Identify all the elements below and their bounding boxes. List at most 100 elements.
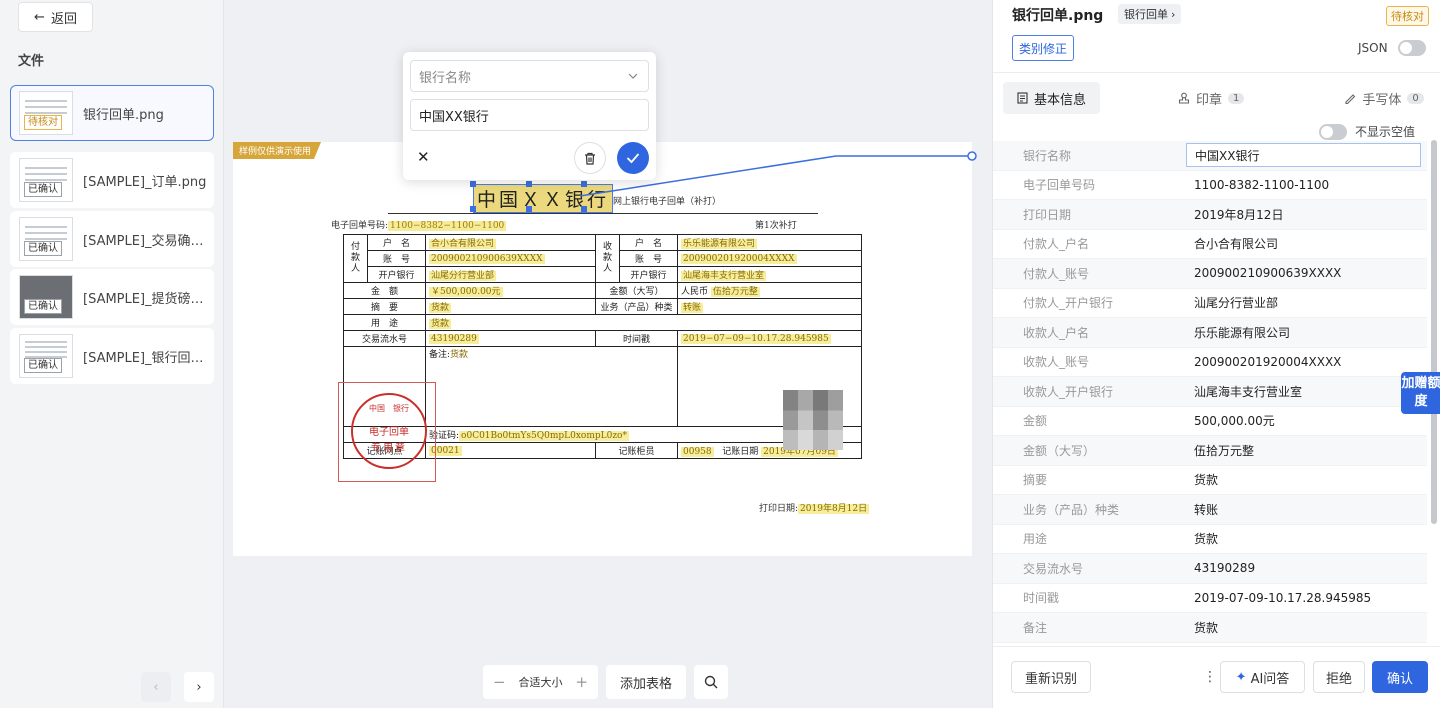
resize-handle[interactable] bbox=[470, 206, 476, 212]
pen-icon bbox=[1345, 94, 1356, 104]
file-name: [SAMPLE]_提货磅单... bbox=[83, 291, 207, 307]
search-button[interactable] bbox=[694, 665, 729, 699]
field-edit-popover: 银行名称 中国XX银行 ✕ bbox=[403, 52, 656, 180]
category-fix-button[interactable]: 类别修正 bbox=[1012, 35, 1075, 61]
field-row[interactable]: 付款人_户名 合小合有限公司 bbox=[993, 230, 1427, 259]
file-item[interactable]: 已确认 [SAMPLE]_提货磅单... bbox=[10, 269, 214, 325]
print-date: 打印日期: 2019年8月12日 bbox=[759, 504, 870, 514]
close-icon[interactable]: ✕ bbox=[417, 148, 430, 166]
resize-handle[interactable] bbox=[581, 206, 587, 212]
field-row[interactable]: 收款人_户名 乐乐能源有限公司 bbox=[993, 318, 1427, 348]
field-name-select[interactable]: 银行名称 bbox=[410, 60, 649, 92]
extraction-panel: 银行回单.png 银行回单 › 待核对 类别修正 JSON 基本信息 印章 1 手… bbox=[992, 0, 1440, 708]
document-icon bbox=[1017, 92, 1028, 104]
bank-name-highlight[interactable]: 中国ＸＸ银行 bbox=[473, 184, 614, 213]
field-row[interactable]: 时间戳 2019-07-09-10.17.28.945985 bbox=[993, 584, 1427, 613]
field-row[interactable]: 付款人_账号 200900210900639XXXX bbox=[993, 259, 1427, 289]
doc-type-tag[interactable]: 银行回单 › bbox=[1118, 4, 1182, 24]
trash-icon bbox=[585, 152, 595, 165]
file-sidebar: ← 返回 文件 待核对 银行回单.png 已确认 [SAMPLE]_订单.png… bbox=[0, 0, 224, 708]
file-thumbnail: 待核对 bbox=[19, 91, 73, 135]
pixelated-qr-code bbox=[783, 390, 843, 450]
seal-stamp: 中国 银行 电子回单 专用章 bbox=[351, 393, 427, 469]
seal-count-badge: 1 bbox=[1228, 92, 1245, 104]
field-row[interactable]: 电子回单号码 1100-8382-1100-1100 bbox=[993, 171, 1427, 200]
field-row[interactable]: 付款人_开户银行 汕尾分行营业部 bbox=[993, 289, 1427, 318]
handwriting-count-badge: 0 bbox=[1407, 92, 1424, 104]
bonus-quota-button[interactable]: 加赠额度 bbox=[1401, 372, 1440, 414]
json-toggle[interactable] bbox=[1398, 40, 1426, 56]
back-button[interactable]: ← 返回 bbox=[18, 2, 93, 32]
file-title: 银行回单.png bbox=[1012, 8, 1104, 24]
zoom-out-button[interactable]: − bbox=[493, 673, 506, 691]
field-value-input[interactable]: 中国XX银行 bbox=[410, 99, 649, 131]
add-table-button[interactable]: 添加表格 bbox=[606, 665, 687, 699]
check-icon bbox=[626, 153, 640, 164]
panel-tabs: 基本信息 印章 1 手写体 0 bbox=[1003, 82, 1427, 114]
canvas-toolbar: − 合适大小 + 添加表格 bbox=[483, 665, 729, 699]
field-row[interactable]: 打印日期 2019年8月12日 bbox=[993, 200, 1427, 230]
field-row[interactable]: 备注 货款 bbox=[993, 613, 1427, 643]
file-status-badge: 已确认 bbox=[24, 182, 62, 197]
file-thumbnail: 已确认 bbox=[19, 334, 73, 378]
doc-subtitle: 网上银行电子回单（补打） bbox=[613, 197, 722, 207]
field-row[interactable]: 银行名称 中国XX银行 bbox=[993, 141, 1427, 171]
resize-handle[interactable] bbox=[526, 181, 532, 187]
file-item[interactable]: 已确认 [SAMPLE]_订单.png bbox=[10, 152, 214, 208]
file-name: [SAMPLE]_订单.png bbox=[83, 174, 207, 190]
ai-qa-button[interactable]: ✦ AI问答 bbox=[1220, 661, 1305, 693]
file-item[interactable]: 已确认 [SAMPLE]_交易确认... bbox=[10, 211, 214, 267]
field-value-input: 中国XX银行 bbox=[1186, 143, 1421, 168]
back-button-label: 返回 bbox=[50, 11, 77, 27]
field-row[interactable]: 收款人_开户银行 汕尾海丰支行营业室 bbox=[993, 377, 1427, 407]
stamp-highlight[interactable]: 中国 银行 电子回单 专用章 bbox=[338, 382, 436, 482]
file-thumbnail: 已确认 bbox=[19, 158, 73, 202]
tab-handwriting[interactable]: 手写体 0 bbox=[1344, 82, 1424, 114]
file-name: 银行回单.png bbox=[83, 107, 164, 123]
sample-tag: 样例仅供演示使用 bbox=[233, 142, 322, 159]
file-name: [SAMPLE]_银行回单... bbox=[83, 350, 207, 366]
delete-button[interactable] bbox=[574, 142, 606, 174]
hide-empty-toggle[interactable] bbox=[1319, 124, 1347, 140]
resize-handle[interactable] bbox=[470, 181, 476, 187]
divider bbox=[993, 72, 1440, 73]
chevron-down-icon bbox=[628, 73, 638, 79]
field-list-scrollbar[interactable] bbox=[1431, 140, 1437, 524]
field-row[interactable]: 交易流水号 43190289 bbox=[993, 554, 1427, 584]
field-row[interactable]: 摘要 货款 bbox=[993, 466, 1427, 495]
file-item[interactable]: 已确认 [SAMPLE]_银行回单... bbox=[10, 328, 214, 384]
reject-button[interactable]: 拒绝 bbox=[1313, 661, 1365, 693]
field-row[interactable]: 金额 500,000.00元 bbox=[993, 407, 1427, 436]
field-list: 银行名称 中国XX银行 电子回单号码 1100-8382-1100-1100 打印日… bbox=[993, 141, 1427, 643]
re-recognize-button[interactable]: 重新识别 bbox=[1011, 661, 1091, 693]
chevron-right-icon: › bbox=[196, 679, 202, 695]
more-options-icon[interactable]: ⋮ bbox=[1203, 669, 1217, 685]
field-row[interactable]: 用途 货款 bbox=[993, 525, 1427, 554]
reprint-count: 第1次补打 bbox=[755, 221, 797, 231]
arrow-left-icon: ← bbox=[34, 9, 45, 25]
resize-handle[interactable] bbox=[581, 181, 587, 187]
file-thumbnail: 已确认 bbox=[19, 275, 73, 319]
document-image: 样例仅供演示使用 中国ＸＸ银行 网上银行电子回单（补打） 电子回单号码: 1100… bbox=[233, 142, 972, 556]
file-item[interactable]: 待核对 银行回单.png bbox=[10, 85, 214, 141]
field-name-select-label: 银行名称 bbox=[419, 70, 472, 86]
field-row[interactable]: 金额（大写） 伍拾万元整 bbox=[993, 436, 1427, 466]
confirm-button[interactable] bbox=[617, 142, 649, 174]
field-row[interactable]: 业务（产品）种类 转账 bbox=[993, 495, 1427, 525]
file-thumbnail: 已确认 bbox=[19, 217, 73, 261]
files-section-title: 文件 bbox=[18, 54, 45, 69]
json-toggle-label: JSON bbox=[1358, 41, 1388, 55]
next-page-button[interactable]: › bbox=[184, 672, 214, 702]
hide-empty-label: 不显示空值 bbox=[1355, 125, 1416, 139]
confirm-button[interactable]: 确认 bbox=[1372, 661, 1428, 693]
tab-basic-info[interactable]: 基本信息 bbox=[1003, 82, 1101, 114]
prev-page-button[interactable]: ‹ bbox=[141, 672, 171, 702]
field-row[interactable]: 收款人_账号 200900201920004XXXX bbox=[993, 348, 1427, 377]
tab-seal[interactable]: 印章 1 bbox=[1178, 82, 1245, 114]
resize-handle[interactable] bbox=[526, 206, 532, 212]
zoom-control: − 合适大小 + bbox=[483, 665, 598, 699]
zoom-in-button[interactable]: + bbox=[575, 673, 588, 691]
search-icon bbox=[704, 675, 718, 689]
zoom-label[interactable]: 合适大小 bbox=[519, 674, 563, 690]
panel-footer: 重新识别 ⋮ ✦ AI问答 拒绝 确认 bbox=[993, 646, 1440, 708]
